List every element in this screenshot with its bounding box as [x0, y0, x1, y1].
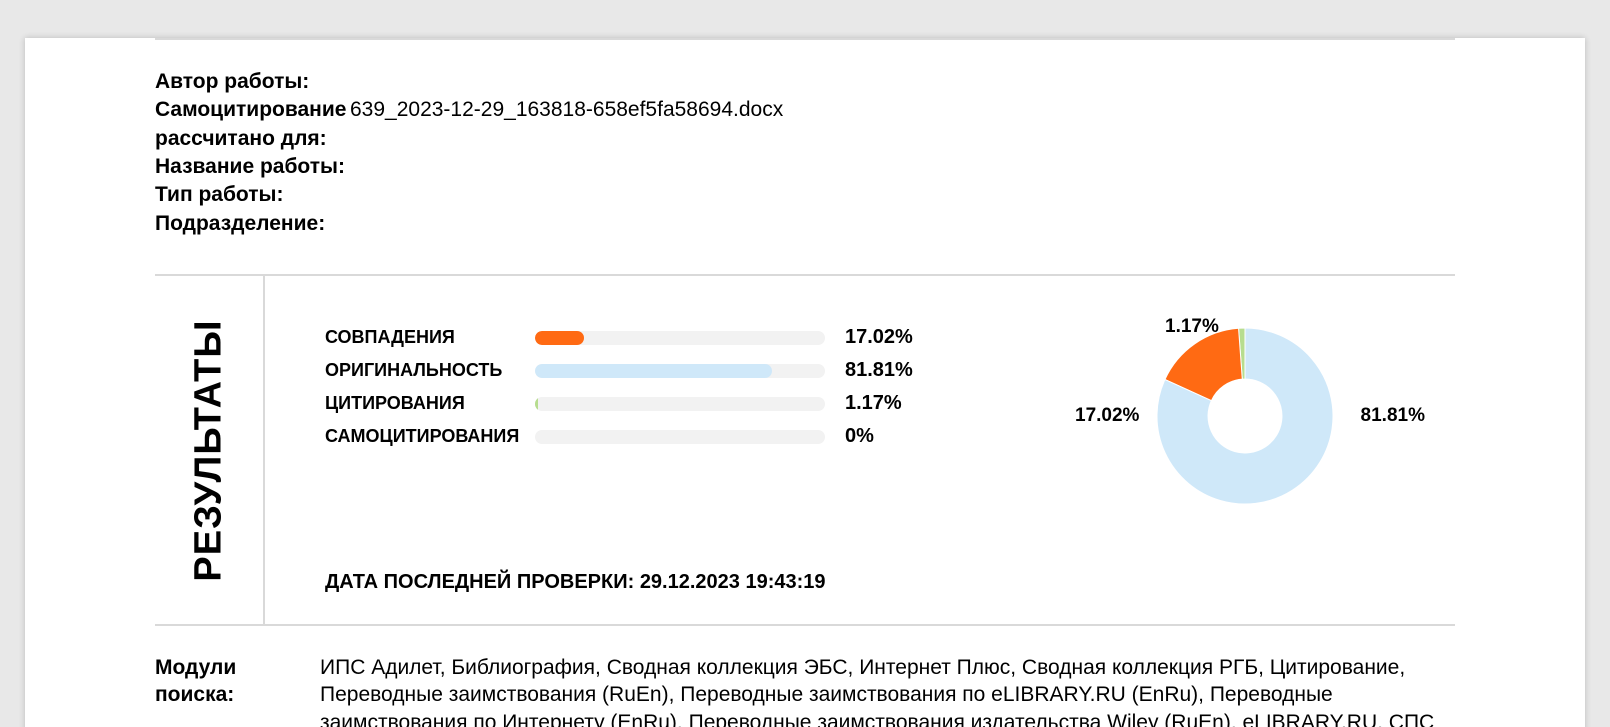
date-last-check: ДАТА ПОСЛЕДНЕЙ ПРОВЕРКИ: 29.12.2023 19:4…: [325, 571, 1455, 594]
metric-bar: [535, 397, 825, 411]
meta-value: 639_2023-12-29_163818-658ef5fa58694.docx: [350, 96, 783, 153]
results-heading: РЕЗУЛЬТАТЫ: [188, 319, 231, 581]
donut-chart-area: 1.17% 17.02% 81.81%: [913, 316, 1455, 516]
meta-row-dept: Подразделение:: [155, 210, 1455, 238]
results-heading-container: РЕЗУЛЬТАТЫ: [155, 276, 265, 624]
metric-bar: [535, 364, 825, 378]
metric-value: 17.02%: [845, 326, 913, 349]
meta-label: Подразделение:: [155, 210, 350, 238]
meta-row-type: Тип работы:: [155, 181, 1455, 209]
metric-label: ОРИГИНАЛЬНОСТЬ: [325, 360, 535, 381]
chart-label-originality: 81.81%: [1361, 405, 1425, 427]
donut-chart: [1150, 321, 1340, 511]
metric-value: 0%: [845, 425, 874, 448]
modules-value: ИПС Адилет, Библиография, Сводная коллек…: [320, 654, 1455, 727]
metric-value: 1.17%: [845, 392, 902, 415]
metric-value: 81.81%: [845, 359, 913, 382]
metrics-list: СОВПАДЕНИЯ 17.02% ОРИГИНАЛЬНОСТЬ 81.81% ЦИТИ…: [325, 326, 913, 458]
modules-section: Модули поиска: ИПС Адилет, Библиография,…: [155, 624, 1455, 727]
meta-label: Название работы:: [155, 153, 350, 181]
report-page: Автор работы: Самоцитирование рассчитано…: [25, 38, 1585, 727]
meta-row-author: Автор работы:: [155, 68, 1455, 96]
metric-row: ОРИГИНАЛЬНОСТЬ 81.81%: [325, 359, 913, 382]
metric-label: САМОЦИТИРОВАНИЯ: [325, 426, 535, 447]
date-check-label: ДАТА ПОСЛЕДНЕЙ ПРОВЕРКИ:: [325, 571, 634, 593]
chart-label-citations: 1.17%: [1165, 316, 1219, 338]
metric-bar-fill: [535, 331, 584, 345]
chart-label-matches: 17.02%: [1075, 405, 1139, 427]
metric-bar: [535, 430, 825, 444]
meta-label: Самоцитирование рассчитано для:: [155, 96, 350, 153]
meta-row-selfcite: Самоцитирование рассчитано для: 639_2023…: [155, 96, 1455, 153]
metric-row: ЦИТИРОВАНИЯ 1.17%: [325, 392, 913, 415]
metric-bar-fill: [535, 364, 772, 378]
meta-section: Автор работы: Самоцитирование рассчитано…: [155, 40, 1455, 274]
meta-label: Тип работы:: [155, 181, 350, 209]
metric-label: ЦИТИРОВАНИЯ: [325, 393, 535, 414]
modules-label: Модули поиска:: [155, 654, 320, 727]
date-check-value: 29.12.2023 19:43:19: [640, 571, 826, 593]
meta-row-title: Название работы:: [155, 153, 1455, 181]
metric-row: СОВПАДЕНИЯ 17.02%: [325, 326, 913, 349]
metric-bar: [535, 331, 825, 345]
meta-label: Автор работы:: [155, 68, 350, 96]
results-section: РЕЗУЛЬТАТЫ СОВПАДЕНИЯ 17.02% ОРИГИНАЛЬНОСТ…: [155, 274, 1455, 624]
metric-label: СОВПАДЕНИЯ: [325, 327, 535, 348]
metric-row: САМОЦИТИРОВАНИЯ 0%: [325, 425, 913, 448]
metric-bar-fill: [535, 397, 538, 411]
